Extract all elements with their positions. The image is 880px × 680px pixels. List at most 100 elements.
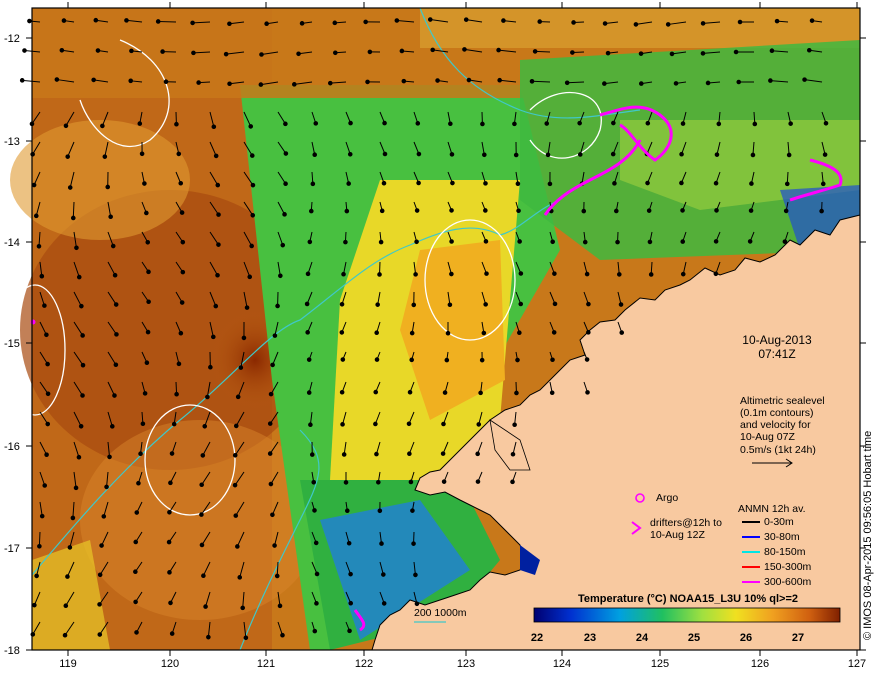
velocity-arrow-head (344, 508, 350, 514)
velocity-arrow-head (308, 422, 313, 428)
map-date: 10-Aug-2013 (742, 333, 812, 347)
velocity-arrow-head (381, 601, 387, 606)
velocity-arrow-head (305, 271, 311, 277)
velocity-arrow-head (95, 48, 101, 53)
velocity-arrow-head (529, 79, 535, 84)
velocity-arrow-head (516, 208, 521, 214)
velocity-arrow-head (374, 357, 380, 362)
velocity-arrow-head (716, 121, 722, 127)
velocity-arrow-head (268, 481, 274, 487)
velocity-arrow-head (602, 21, 608, 26)
velocity-arrow-head (313, 121, 319, 126)
velocity-arrow-head (414, 601, 420, 607)
credit-text: © IMOS 08-Apr-2015 09:56:05 Hobart time (862, 430, 874, 640)
velocity-arrow-head (114, 332, 119, 337)
velocity-arrow-head (586, 301, 591, 307)
velocity-arrow-head (447, 302, 453, 308)
velocity-arrow-head (679, 180, 684, 186)
velocity-arrow-head (299, 21, 305, 26)
velocity-arrow-head (208, 364, 213, 370)
velocity-arrow-head (232, 482, 238, 488)
velocity-arrow-head (42, 303, 47, 308)
velocity-arrow-head (93, 17, 99, 23)
velocity-arrow-head (550, 239, 555, 245)
velocity-arrow-head (550, 357, 555, 363)
velocity-arrow-head (377, 508, 383, 514)
velocity-arrow-head (274, 573, 280, 579)
velocity-arrow-head (483, 239, 489, 244)
velocity-arrow-head (782, 239, 788, 244)
velocity-arrow-head (74, 245, 79, 251)
velocity-arrow-head (283, 151, 289, 156)
velocity-arrow-head (259, 52, 264, 57)
velocity-arrow-head (365, 79, 370, 85)
velocity-arrow-head (99, 543, 104, 548)
velocity-arrow-head (249, 243, 254, 249)
velocity-arrow-head (282, 212, 287, 217)
velocity-arrow-head (378, 239, 384, 245)
velocity-arrow-head (481, 330, 487, 336)
velocity-arrow-head (586, 330, 591, 335)
anmn-item: 150-300m (764, 561, 812, 573)
velocity-arrow-head (612, 181, 617, 186)
velocity-arrow-head (145, 239, 151, 245)
velocity-arrow-head (129, 48, 134, 54)
velocity-arrow-head (515, 181, 521, 187)
velocity-arrow-head (373, 421, 378, 427)
velocity-arrow-head (30, 151, 35, 157)
velocity-arrow-head (645, 120, 651, 126)
lon-label: 122 (355, 658, 373, 670)
velocity-arrow-head (581, 208, 587, 214)
velocity-arrow-head (166, 539, 172, 545)
anmn-item: 80-150m (764, 546, 806, 558)
velocity-arrow-head (19, 78, 25, 83)
velocity-arrow-head (133, 569, 138, 575)
velocity-arrow-head (45, 361, 50, 367)
velocity-arrow-head (448, 121, 453, 127)
velocity-arrow-head (713, 271, 719, 277)
lat-label: -17 (4, 543, 20, 555)
velocity-arrow-head (215, 182, 221, 188)
velocity-arrow-head (348, 571, 353, 577)
velocity-arrow-head (100, 123, 105, 129)
velocity-arrow-head (76, 454, 82, 460)
velocity-arrow-head (168, 600, 173, 606)
velocity-arrow-head (248, 124, 254, 129)
velocity-arrow-head (174, 121, 179, 127)
velocity-arrow-head (65, 574, 70, 579)
velocity-arrow-head (202, 423, 208, 429)
velocity-arrow-head (749, 181, 754, 186)
velocity-arrow-head (341, 452, 347, 457)
velocity-arrow-head (139, 151, 145, 157)
velocity-arrow-head (63, 123, 69, 129)
velocity-arrow-head (394, 18, 400, 23)
velocity-arrow-head (680, 271, 686, 277)
velocity-arrow-head (377, 272, 382, 277)
velocity-arrow-head (515, 357, 520, 363)
velocity-arrow-head (551, 330, 557, 335)
velocity-arrow-head (70, 215, 76, 221)
velocity-arrow-head (39, 513, 45, 519)
velocity-arrow-head (401, 78, 407, 84)
velocity-arrow-head (410, 508, 415, 513)
isobath-label: 200 1000m (414, 607, 467, 619)
drifters-label: drifters@12h to (650, 517, 722, 529)
velocity-arrow-head (440, 451, 446, 456)
velocity-arrow-head (552, 301, 558, 307)
velocity-arrow-head (59, 47, 65, 53)
velocity-arrow-head (537, 19, 543, 24)
altimetry-line: and velocity for (740, 419, 811, 431)
velocity-arrow-head (532, 49, 538, 54)
velocity-arrow-head (341, 271, 346, 277)
velocity-arrow-head (381, 572, 386, 577)
velocity-arrow-head (549, 390, 555, 396)
velocity-arrow-head (305, 330, 310, 335)
velocity-arrow-head (376, 479, 381, 485)
velocity-arrow-head (264, 21, 269, 27)
lon-label: 123 (457, 658, 475, 670)
velocity-arrow-head (306, 390, 312, 395)
velocity-arrow-head (176, 361, 182, 367)
velocity-arrow-head (243, 635, 249, 641)
velocity-arrow-head (638, 81, 644, 86)
lon-label: 124 (553, 658, 571, 670)
